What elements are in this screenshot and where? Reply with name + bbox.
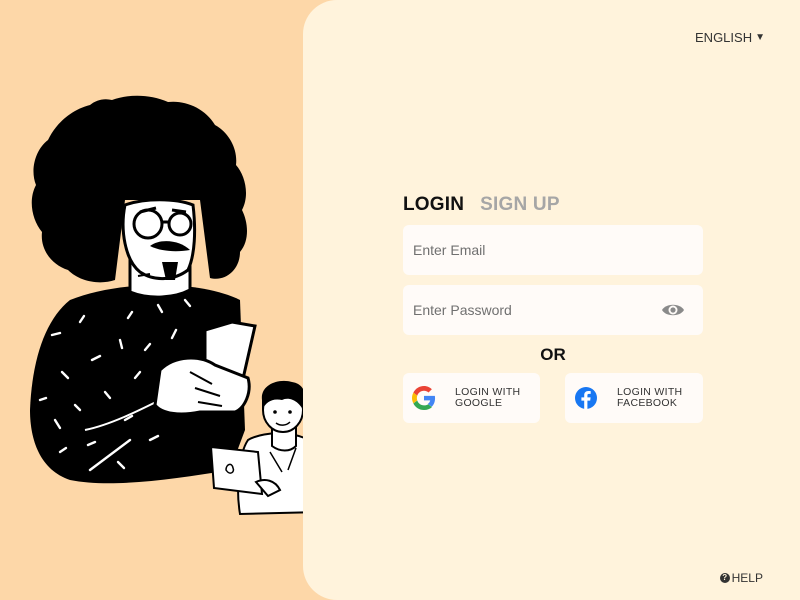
help-label: HELP [731, 571, 763, 585]
password-input[interactable] [413, 302, 643, 318]
tab-signup[interactable]: SIGN UP [480, 194, 560, 216]
google-button-label: LOGIN WITH GOOGLE [455, 386, 521, 409]
login-with-google-button[interactable]: LOGIN WITH GOOGLE [403, 373, 540, 423]
auth-tabs: LOGIN SIGN UP [403, 194, 560, 216]
eye-icon[interactable] [661, 299, 685, 321]
help-link[interactable]: ? HELP [719, 571, 763, 585]
facebook-button-label: LOGIN WITH FACEBOOK [617, 386, 683, 409]
login-with-facebook-button[interactable]: LOGIN WITH FACEBOOK [565, 373, 703, 423]
login-panel: ENGLISH ▼ LOGIN SIGN UP OR LOGIN WITH GO… [303, 0, 800, 600]
email-field-container [403, 225, 703, 275]
hero-illustration [30, 95, 325, 516]
question-icon: ? [719, 573, 730, 583]
caret-down-icon: ▼ [755, 32, 765, 43]
language-label: ENGLISH [695, 30, 753, 45]
password-field-container [403, 285, 703, 335]
email-input[interactable] [413, 242, 643, 258]
or-divider: OR [540, 345, 566, 364]
tab-login[interactable]: LOGIN [403, 194, 464, 216]
facebook-icon [575, 387, 597, 409]
man-with-phone-figure [30, 95, 257, 484]
language-selector[interactable]: ENGLISH ▼ [695, 30, 765, 45]
google-icon [412, 386, 436, 410]
